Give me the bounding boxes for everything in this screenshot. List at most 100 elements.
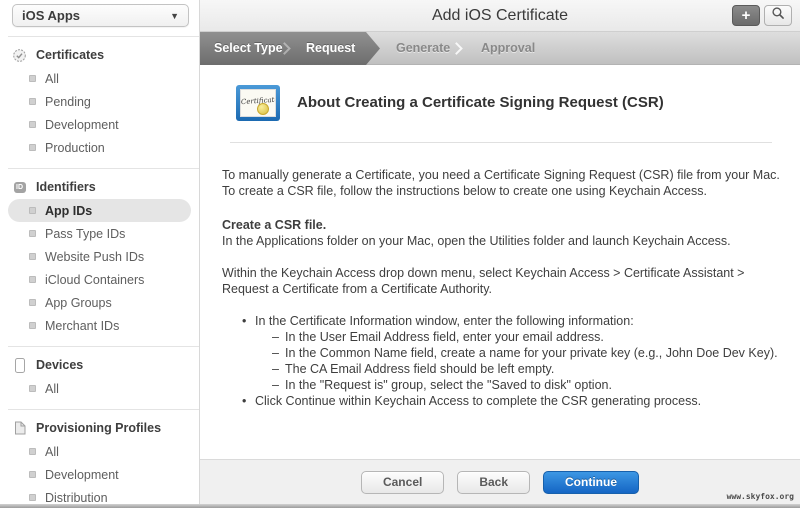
continue-button[interactable]: Continue	[543, 470, 640, 494]
id-badge-icon: ID	[11, 181, 28, 193]
sidebar-item-website-push-ids[interactable]: Website Push IDs	[8, 245, 191, 268]
sidebar-item-label: Development	[45, 467, 119, 482]
bullet-square-icon	[29, 253, 36, 260]
instruction-list: In the Certificate Information window, e…	[242, 313, 780, 409]
sidebar-item-app-groups[interactable]: App Groups	[8, 291, 191, 314]
app-window: iOS Apps ▼ Certificates All Pending Deve…	[0, 0, 800, 508]
sidebar-item-certificates-production[interactable]: Production	[8, 136, 191, 159]
chevron-right-icon	[450, 41, 463, 55]
step-approval: Approval	[481, 41, 536, 55]
content-title-row: Certificate About Creating a Certificate…	[236, 85, 780, 121]
sidebar-item-label: All	[45, 71, 59, 86]
section-header-identifiers: ID Identifiers	[0, 175, 199, 199]
section-label: Identifiers	[36, 180, 96, 194]
sidebar-item-profiles-development[interactable]: Development	[8, 463, 191, 486]
sidebar-item-devices-all[interactable]: All	[8, 377, 191, 400]
step-progress-bar: Select Type Request Generate Approval	[200, 32, 800, 65]
section-certificates: Certificates All Pending Development Pro…	[0, 43, 199, 159]
document-icon	[11, 421, 28, 435]
content-area: Certificate About Creating a Certificate…	[200, 65, 800, 459]
keychain-paragraph: Within the Keychain Access drop down men…	[222, 266, 745, 296]
list-item: In the Common Name field, create a name …	[272, 345, 780, 361]
divider	[8, 36, 199, 37]
section-identifiers: ID Identifiers App IDs Pass Type IDs Web…	[0, 175, 199, 337]
step-generate: Generate	[396, 41, 451, 55]
bullet-square-icon	[29, 121, 36, 128]
sidebar-item-label: Pass Type IDs	[45, 226, 126, 241]
list-item: Click Continue within Keychain Access to…	[242, 393, 780, 409]
chevron-down-icon: ▼	[170, 10, 179, 21]
bullet-square-icon	[29, 207, 36, 214]
create-csr-subheading: Create a CSR file.	[222, 218, 327, 232]
section-provisioning-profiles: Provisioning Profiles All Development Di…	[0, 416, 199, 508]
bullet-square-icon	[29, 276, 36, 283]
bullet-square-icon	[29, 448, 36, 455]
divider	[8, 346, 199, 347]
main-panel: Add iOS Certificate + Select Type Reques…	[200, 0, 800, 504]
list-item: The CA Email Address field should be lef…	[272, 361, 780, 377]
bullet-square-icon	[29, 322, 36, 329]
divider	[230, 142, 772, 143]
instruction-sublist: In the User Email Address field, enter y…	[272, 329, 780, 393]
main-header: Add iOS Certificate +	[200, 0, 800, 32]
sidebar-item-label: Distribution	[45, 490, 108, 505]
watermark: www.skyfox.org	[726, 492, 794, 501]
sidebar-item-pass-type-ids[interactable]: Pass Type IDs	[8, 222, 191, 245]
sidebar-item-label: All	[45, 381, 59, 396]
list-item: In the "Request is" group, select the "S…	[272, 377, 780, 393]
sidebar-item-label: Website Push IDs	[45, 249, 145, 264]
sidebar-item-certificates-pending[interactable]: Pending	[8, 90, 191, 113]
section-devices: Devices All	[0, 353, 199, 400]
bullet-square-icon	[29, 385, 36, 392]
sidebar: iOS Apps ▼ Certificates All Pending Deve…	[0, 0, 200, 505]
add-button[interactable]: +	[732, 5, 760, 26]
cancel-button[interactable]: Cancel	[360, 470, 445, 494]
list-item-text: In the Certificate Information window, e…	[255, 314, 634, 328]
sidebar-item-label: All	[45, 444, 59, 459]
sidebar-item-label: iCloud Containers	[45, 272, 145, 287]
bullet-square-icon	[29, 471, 36, 478]
page-title: Add iOS Certificate	[431, 7, 569, 24]
bullet-square-icon	[29, 98, 36, 105]
sidebar-item-merchant-ids[interactable]: Merchant IDs	[8, 314, 191, 337]
section-label: Provisioning Profiles	[36, 421, 162, 435]
back-button[interactable]: Back	[457, 470, 531, 494]
list-item: In the Certificate Information window, e…	[242, 313, 780, 393]
section-header-provisioning-profiles: Provisioning Profiles	[0, 416, 199, 440]
certificate-icon: Certificate	[236, 85, 280, 121]
section-label: Devices	[36, 358, 84, 372]
sidebar-item-certificates-development[interactable]: Development	[8, 113, 191, 136]
device-icon	[11, 357, 28, 373]
sidebar-item-label: App Groups	[45, 295, 112, 310]
sidebar-item-label: Merchant IDs	[45, 318, 120, 333]
bullet-square-icon	[29, 75, 36, 82]
sidebar-item-label: Development	[45, 117, 119, 132]
bullet-square-icon	[29, 230, 36, 237]
divider	[8, 409, 199, 410]
content-heading: About Creating a Certificate Signing Req…	[297, 94, 664, 111]
bullet-square-icon	[29, 144, 36, 151]
divider	[8, 168, 199, 169]
section-header-certificates: Certificates	[0, 43, 199, 67]
section-label: Certificates	[36, 48, 105, 62]
ios-apps-dropdown[interactable]: iOS Apps ▼	[12, 4, 189, 27]
create-csr-subtext: In the Applications folder on your Mac, …	[222, 234, 731, 248]
search-button[interactable]	[764, 5, 792, 26]
sidebar-item-app-ids[interactable]: App IDs	[8, 199, 191, 222]
sidebar-item-label: Production	[45, 140, 105, 155]
sidebar-item-icloud-containers[interactable]: iCloud Containers	[8, 268, 191, 291]
sidebar-item-profiles-all[interactable]: All	[8, 440, 191, 463]
step-request: Request	[306, 41, 356, 55]
list-item: In the User Email Address field, enter y…	[272, 329, 780, 345]
search-icon	[771, 6, 785, 25]
id-badge-text: ID	[13, 181, 26, 193]
certificate-seal-icon	[11, 48, 28, 63]
sidebar-item-label: App IDs	[45, 203, 93, 218]
plus-icon: +	[741, 7, 751, 24]
gold-seal-icon	[257, 103, 269, 115]
sidebar-item-label: Pending	[45, 94, 91, 109]
section-header-devices: Devices	[0, 353, 199, 377]
window-bottom-edge	[0, 504, 800, 508]
footer-bar: Cancel Back Continue www.skyfox.org	[200, 459, 800, 504]
sidebar-item-certificates-all[interactable]: All	[8, 67, 191, 90]
